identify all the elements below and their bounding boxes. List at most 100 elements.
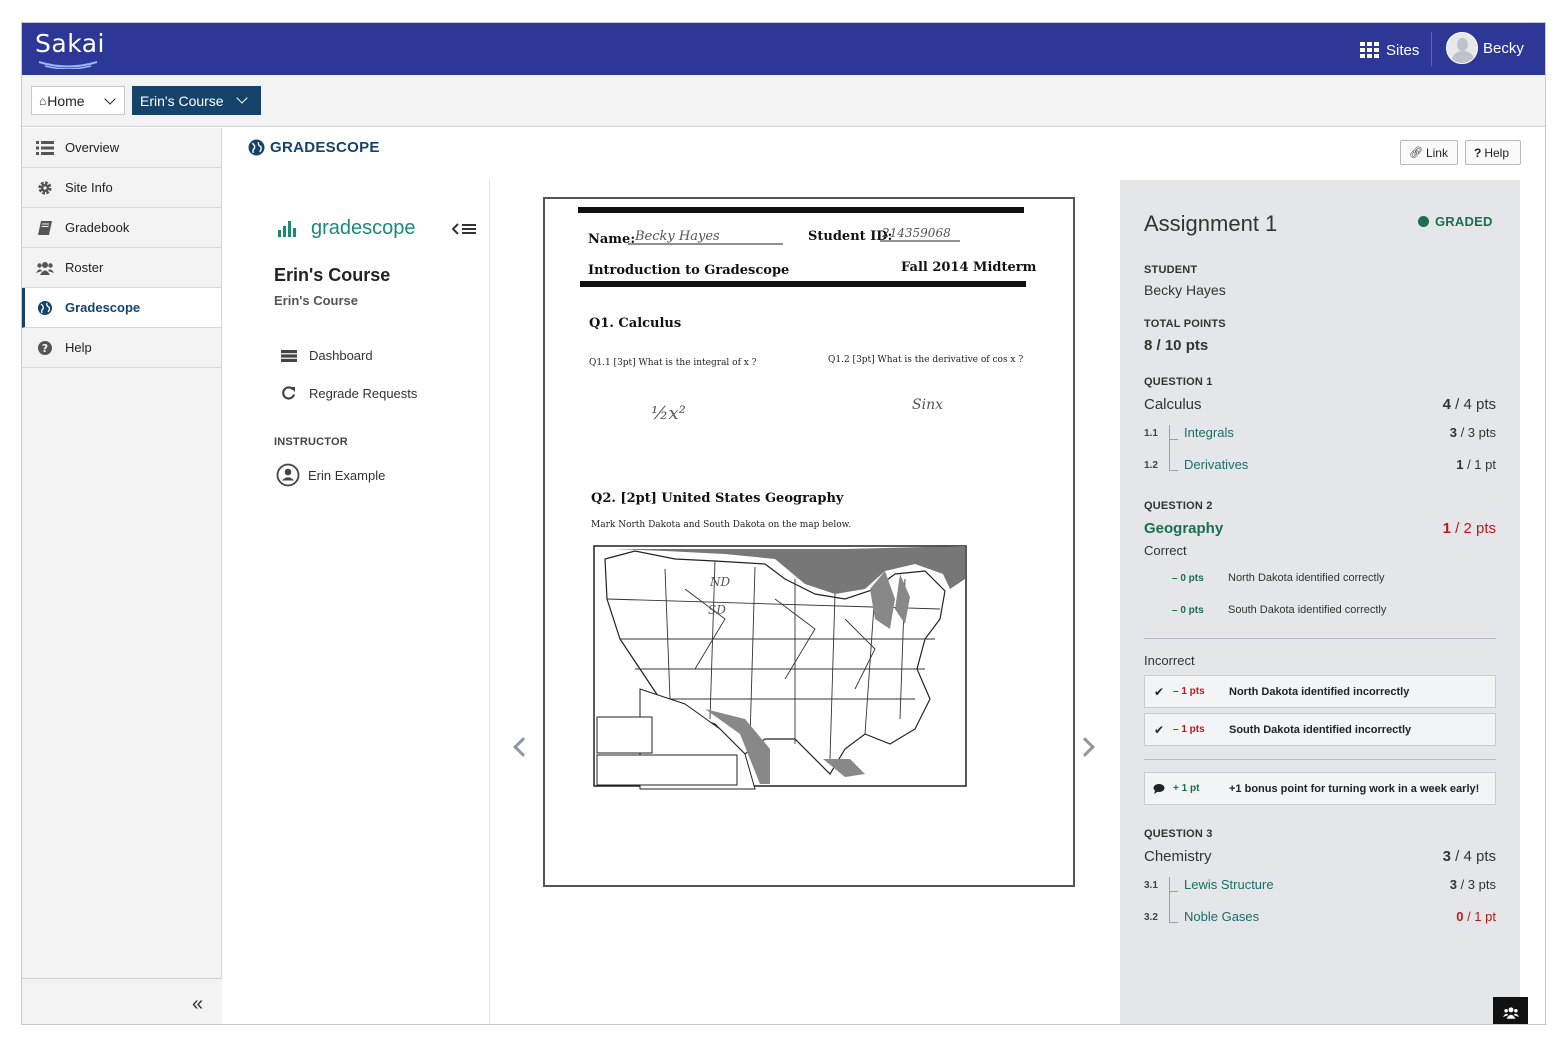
rubric-item-text[interactable]: South Dakota identified correctly [1228,604,1386,616]
map-label-sd: SD [708,603,726,617]
tool-label: Overview [65,140,120,155]
instructor-heading: INSTRUCTOR [274,436,348,448]
gradescope-logo-text: gradescope [311,217,416,239]
tool-roster[interactable]: Roster [22,248,221,288]
gear-icon [38,181,52,195]
gradescope-logo[interactable]: gradescope [278,217,416,240]
question-2-score: 1 / 2 pts [1442,520,1496,537]
q1-1-text: Q1.1 [3pt] What is the integral of x ? [589,358,757,368]
comment-icon [1153,783,1165,794]
submission-viewer: Name: Becky Hayes Student ID: 214359068 … [490,180,1120,1024]
correct-label: Correct [1144,543,1187,558]
tool-overview[interactable]: Overview [22,128,221,168]
svg-text:?: ? [42,342,48,355]
user-circle-icon [276,463,300,487]
tool-gradebook[interactable]: Gradebook [22,208,221,248]
subquestion-score: 3 / 3 pts [1449,877,1496,892]
subquestion-link[interactable]: Lewis Structure [1184,877,1274,892]
next-page-arrow-icon[interactable] [1075,737,1095,757]
dashboard-link[interactable]: Dashboard [280,348,373,363]
tool-site-info[interactable]: Site Info [22,168,221,208]
home-dropdown[interactable]: ⌂ Home [31,86,125,115]
help-button[interactable]: ? Help [1465,140,1521,165]
tool-help[interactable]: ? Help [22,328,221,368]
q1-2-answer: Sinx [912,397,943,413]
tool-gradescope[interactable]: Gradescope [22,288,221,328]
sites-button[interactable]: Sites [1360,39,1419,61]
question-2-label: QUESTION 2 [1144,500,1213,512]
rubric-item-text: North Dakota identified incorrectly [1229,685,1410,698]
status-badge: GRADED [1418,214,1493,229]
rubric-item-applied[interactable]: ✔ – 1 pts South Dakota identified incorr… [1144,713,1496,746]
rubric-item-text[interactable]: North Dakota identified correctly [1228,572,1385,584]
comment-points: + 1 pt [1173,783,1200,794]
grader-comment: + 1 pt +1 bonus point for turning work i… [1144,772,1496,805]
subquestion-link[interactable]: Derivatives [1184,457,1248,472]
q1-1-answer: ½x² [651,403,686,424]
subquestion-link[interactable]: Integrals [1184,425,1234,440]
rubric-points: – 0 pts [1172,605,1204,616]
link-button[interactable]: 🔗︎ Link [1400,140,1458,165]
question-2-name[interactable]: Geography [1144,520,1223,537]
redo-icon [282,386,296,400]
top-bar: Sakai Sites Becky [22,23,1545,75]
tool-label: Help [65,340,92,355]
list-icon [36,141,54,155]
browser-frame: Sakai Sites Becky ⌂ Home Erin's Course O… [21,22,1546,1025]
subquestion-number: 3.1 [1144,880,1158,891]
site-nav: ⌂ Home Erin's Course [22,75,1545,127]
roster-users-icon[interactable] [1493,997,1528,1024]
avatar [1446,32,1478,64]
comment-text: +1 bonus point for turning work in a wee… [1229,782,1480,795]
checkmark-icon: ✔ [1153,722,1165,737]
map-label-nd: ND [709,575,731,589]
name-label: Name: [588,232,635,247]
grading-panel: Assignment 1 GRADED STUDENT Becky Hayes … [1120,180,1520,1024]
submission-page: Name: Becky Hayes Student ID: 214359068 … [543,197,1075,887]
bar-chart-icon [278,220,298,237]
q1-2-text: Q1.2 [3pt] What is the derivative of cos… [828,355,1023,365]
question-3-name[interactable]: Chemistry [1144,848,1212,865]
tree-line [1169,877,1178,892]
divider [1144,759,1496,760]
tool-label: Roster [65,260,104,275]
student-id-label: Student ID: [808,229,892,244]
user-menu[interactable]: Becky [1446,32,1524,64]
exam-line: Fall 2014 Midterm [901,260,1037,275]
course-dropdown[interactable]: Erin's Course [132,86,261,115]
book-icon [38,221,52,235]
name-value: Becky Hayes [634,229,720,244]
tree-line [1169,440,1178,471]
collapse-bar[interactable]: « [22,978,222,1024]
sites-label: Sites [1386,41,1420,59]
course-line: Introduction to Gradescope [588,263,789,278]
tree-line [1169,892,1178,923]
q2-heading: Q2. [2pt] United States Geography [591,491,844,506]
rubric-item-applied[interactable]: ✔ – 1 pts North Dakota identified incorr… [1144,675,1496,708]
subquestion-score: 1 / 1 pt [1456,457,1496,472]
rubric-points: – 0 pts [1172,573,1204,584]
home-icon: ⌂ [39,93,47,108]
collapse-menu-icon[interactable] [452,222,478,236]
q1-heading: Q1. Calculus [589,316,681,331]
us-map: ND SD [593,545,967,790]
subquestion-link[interactable]: Noble Gases [1184,909,1259,924]
instructor-item[interactable]: Erin Example [276,463,385,487]
link-label: Link [1425,145,1448,160]
home-label: Home [47,92,85,109]
divider [1144,638,1496,639]
divider [1431,32,1432,66]
regrade-requests-link[interactable]: Regrade Requests [280,385,417,401]
chevron-down-icon [236,92,248,104]
users-icon [36,262,54,275]
sakai-logo[interactable]: Sakai [35,29,105,69]
prev-page-arrow-icon[interactable] [513,737,533,757]
student-id-value: 214359068 [881,226,951,240]
course-subtitle: Erin's Course [274,293,359,308]
tool-label: Gradebook [65,220,130,235]
question-3-score: 3 / 4 pts [1442,848,1496,865]
instructor-name: Erin Example [308,467,386,483]
question-1-name[interactable]: Calculus [1144,396,1202,413]
double-chevron-left-icon[interactable]: « [192,993,203,1016]
subquestion-score: 3 / 3 pts [1449,425,1496,440]
